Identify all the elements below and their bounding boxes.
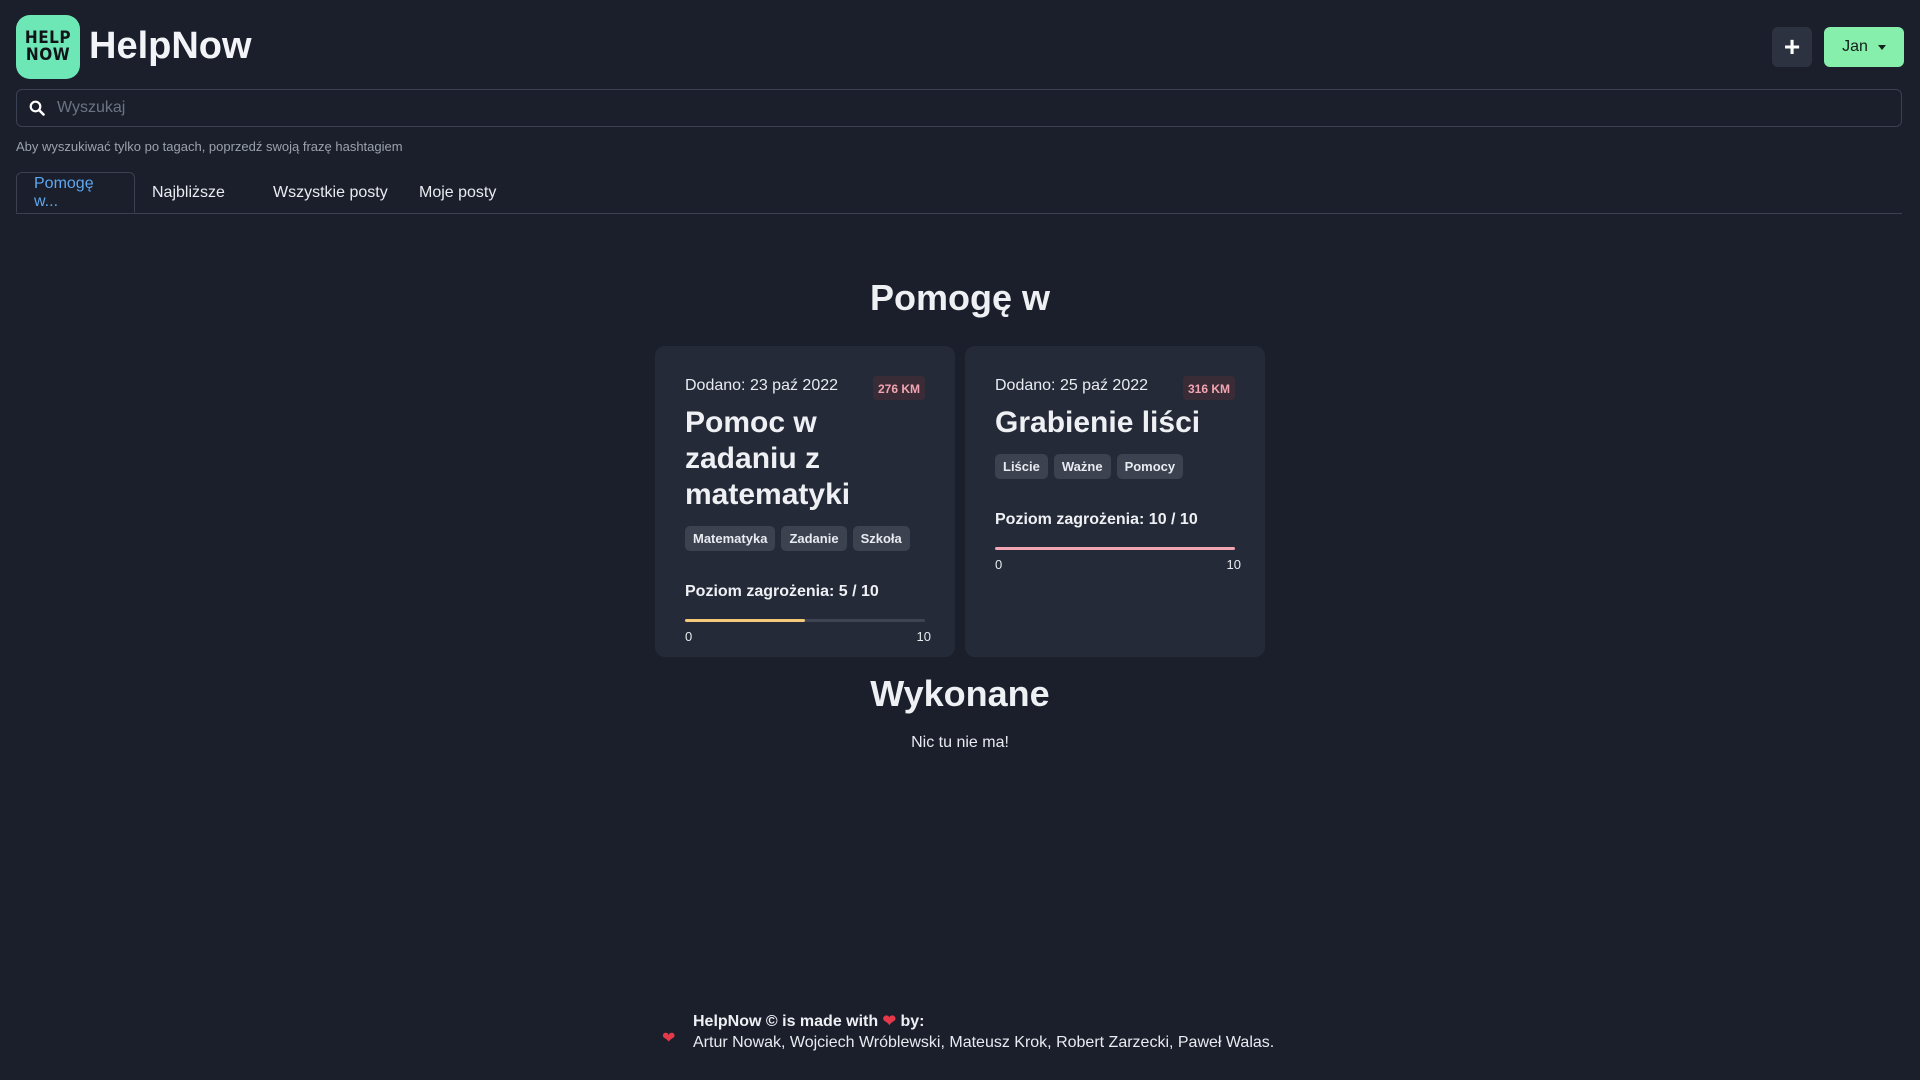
search-bar (16, 89, 1902, 127)
user-name: Jan (1842, 38, 1868, 55)
user-menu-button[interactable]: Jan (1824, 27, 1904, 67)
tag-list: Matematyka Zadanie Szkoła (685, 526, 910, 551)
danger-level-track (685, 619, 925, 622)
tab-bar: Pomogę w... Najbliższe Wszystkie posty M… (16, 172, 1902, 214)
danger-level-fill (685, 619, 805, 622)
search-icon (17, 100, 57, 116)
app-title[interactable]: HelpNow (89, 25, 252, 68)
plus-icon: + (1783, 31, 1801, 62)
app-logo[interactable]: HELP NOW (16, 15, 80, 79)
tab-najblizsze[interactable]: Najbliższe (135, 172, 242, 213)
distance-badge: 276 KM (872, 376, 925, 400)
post-title[interactable]: Grabienie liści (995, 405, 1235, 441)
empty-state-text: Nic tu nie ma! (911, 734, 1009, 751)
post-date: Dodano: 23 paź 2022 (685, 377, 839, 394)
tab-pomoge-w[interactable]: Pomogę w... (16, 172, 135, 213)
post-card[interactable]: Dodano: 23 paź 2022 276 KM Pomoc w zadan… (655, 346, 955, 657)
tag[interactable]: Szkoła (852, 526, 910, 551)
tab-moje-posty[interactable]: Moje posty (402, 172, 513, 213)
range-max-label: 10 (1226, 557, 1241, 572)
footer-credit-suffix: by: (900, 1013, 925, 1030)
tag[interactable]: Pomocy (1116, 454, 1184, 479)
post-title[interactable]: Pomoc w zadaniu z matematyki (685, 405, 925, 513)
range-max-label: 10 (916, 629, 931, 644)
logo-line2: NOW (25, 45, 71, 65)
tag[interactable]: Ważne (1053, 454, 1111, 479)
section-title-help: Pomogę w (869, 277, 1051, 318)
tag-list: Liście Ważne Pomocy (995, 454, 1184, 479)
danger-level-fill (995, 547, 1235, 550)
search-input[interactable] (57, 99, 1901, 117)
app-header: HELP NOW HelpNow + Jan (16, 15, 1904, 79)
range-min-label: 0 (685, 629, 693, 644)
heart-icon: ❤ (882, 1013, 897, 1030)
post-card[interactable]: Dodano: 25 paź 2022 316 KM Grabienie liś… (965, 346, 1265, 657)
caret-down-icon (1877, 44, 1886, 50)
danger-level-label: Poziom zagrożenia: 5 / 10 (685, 583, 879, 600)
search-hint: Aby wyszukiwać tylko po tagach, poprzedź… (16, 139, 403, 154)
tag[interactable]: Liście (995, 454, 1048, 479)
tag[interactable]: Zadanie (781, 526, 847, 551)
heart-icon: ❤ (662, 1030, 676, 1047)
section-title-done: Wykonane (870, 673, 1050, 714)
tab-wszystkie-posty[interactable]: Wszystkie posty (256, 172, 405, 213)
danger-level-label: Poziom zagrożenia: 10 / 10 (995, 511, 1198, 528)
distance-badge: 316 KM (1182, 376, 1235, 400)
danger-level-track (995, 547, 1235, 550)
range-min-label: 0 (995, 557, 1003, 572)
footer-credit: HelpNow © is made with ❤ by: (693, 1011, 924, 1031)
tag[interactable]: Matematyka (685, 526, 776, 551)
footer-authors: Artur Nowak, Wojciech Wróblewski, Mateus… (693, 1034, 1275, 1051)
footer-credit-prefix: HelpNow © is made with (693, 1013, 879, 1030)
add-post-button[interactable]: + (1772, 27, 1812, 67)
post-date: Dodano: 25 paź 2022 (995, 377, 1149, 394)
